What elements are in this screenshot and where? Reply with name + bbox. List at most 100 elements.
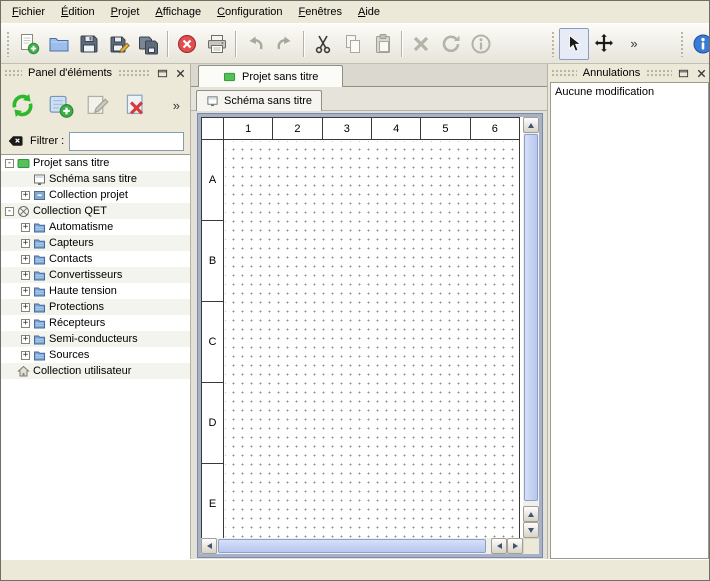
scroll-left-button-2[interactable]	[491, 538, 507, 554]
horizontal-scrollbar[interactable]	[201, 538, 523, 554]
expander-plus-icon[interactable]: +	[21, 303, 30, 312]
tree-item-automatisme[interactable]: +Automatisme	[1, 219, 190, 235]
clear-filter-button[interactable]	[7, 133, 25, 149]
tab-project-sans-titre[interactable]: Projet sans titre	[198, 65, 343, 87]
expander-plus-icon[interactable]: +	[21, 287, 30, 296]
help-button[interactable]	[688, 28, 710, 60]
menu-affichage[interactable]: Affichage	[147, 1, 209, 23]
expander-minus-icon[interactable]: -	[5, 159, 14, 168]
dock-grip[interactable]	[646, 69, 672, 78]
delete-button[interactable]	[406, 28, 436, 60]
reload-collections-button[interactable]	[8, 91, 37, 120]
expander-plus-icon[interactable]: +	[21, 319, 30, 328]
tree-item-collection-qet[interactable]: -Collection QET	[1, 203, 190, 219]
row-header-c: C	[202, 302, 223, 383]
filter-label: Filtrer :	[30, 135, 64, 147]
cut-button[interactable]	[308, 28, 338, 60]
tree-item-contacts[interactable]: +Contacts	[1, 251, 190, 267]
scroll-up-button-2[interactable]	[523, 506, 539, 522]
print-button[interactable]	[202, 28, 232, 60]
tree-item-projet-sans-titre[interactable]: -Projet sans titre	[1, 155, 190, 171]
toolbar-file-edit	[3, 28, 496, 60]
undo-panel-titlebar[interactable]: Annulations	[548, 64, 710, 82]
expander-plus-icon[interactable]: +	[21, 255, 30, 264]
tree-item-haute-tension[interactable]: +Haute tension	[1, 283, 190, 299]
open-button[interactable]	[44, 28, 74, 60]
information-button[interactable]	[466, 28, 496, 60]
tree-item-label: Récepteurs	[49, 317, 105, 329]
elements-panel-dock: Panel d'éléments » Filtrer : -Projet san…	[1, 64, 191, 559]
edit-element-icon	[84, 91, 113, 120]
save-button[interactable]	[74, 28, 104, 60]
panel-overflow-button[interactable]: »	[173, 99, 183, 112]
tree-item-protections[interactable]: +Protections	[1, 299, 190, 315]
scroll-down-button[interactable]	[523, 522, 539, 538]
menu-edition[interactable]: Édition	[53, 1, 103, 23]
select-mode-button[interactable]	[559, 28, 589, 60]
new-element-button[interactable]	[46, 91, 75, 120]
expander-plus-icon[interactable]: +	[21, 271, 30, 280]
schema-canvas[interactable]	[225, 141, 518, 538]
tree-item-semi-conducteurs[interactable]: +Semi-conducteurs	[1, 331, 190, 347]
undo-list[interactable]: Aucune modification	[550, 82, 709, 559]
schema-icon	[33, 173, 46, 186]
schema-tab-bar: Schéma sans titre	[191, 87, 547, 111]
undo-button[interactable]	[240, 28, 270, 60]
tree-item-capteurs[interactable]: +Capteurs	[1, 235, 190, 251]
new-file-button[interactable]	[14, 28, 44, 60]
expander-plus-icon[interactable]: +	[21, 335, 30, 344]
save-as-button[interactable]	[104, 28, 134, 60]
expander-plus-icon[interactable]: +	[21, 239, 30, 248]
tree-item-sources[interactable]: +Sources	[1, 347, 190, 363]
status-bar	[1, 559, 709, 580]
horizontal-scroll-thumb[interactable]	[218, 539, 486, 553]
tree-item-schema-sans-titre[interactable]: Schéma sans titre	[1, 171, 190, 187]
dock-grip[interactable]	[118, 69, 151, 78]
toolbar-extension-button[interactable]: »	[619, 28, 649, 60]
dock-grip[interactable]	[4, 69, 22, 78]
float-button[interactable]	[155, 66, 169, 80]
menu-fichier[interactable]: Fichier	[4, 1, 53, 23]
close-panel-button[interactable]	[694, 66, 708, 80]
expander-plus-icon[interactable]: +	[21, 191, 30, 200]
float-button[interactable]	[676, 66, 690, 80]
resize-corner[interactable]	[523, 538, 539, 554]
toolbar-handle[interactable]	[680, 31, 685, 57]
information-icon	[469, 32, 493, 56]
toolbar-handle[interactable]	[6, 31, 11, 57]
edit-element-button[interactable]	[84, 91, 113, 120]
toolbar-handle[interactable]	[551, 31, 556, 57]
scroll-right-button[interactable]	[507, 538, 523, 554]
tab-schema-sans-titre[interactable]: Schéma sans titre	[196, 90, 322, 111]
expander-minus-icon[interactable]: -	[5, 207, 14, 216]
menu-fenetres[interactable]: Fenêtres	[291, 1, 350, 23]
redo-button[interactable]	[270, 28, 300, 60]
tree-item-recepteurs[interactable]: + Récepteurs	[1, 315, 190, 331]
delete-element-button[interactable]	[122, 91, 151, 120]
vertical-scrollbar[interactable]	[523, 117, 539, 538]
schema-sheet[interactable]: 123456 ABCDE	[201, 117, 523, 538]
paste-button[interactable]	[368, 28, 398, 60]
scroll-left-button[interactable]	[201, 538, 217, 554]
tree-item-collection-utilisateur[interactable]: Collection utilisateur	[1, 363, 190, 379]
pan-mode-button[interactable]	[589, 28, 619, 60]
menu-aide[interactable]: Aide	[350, 1, 388, 23]
expander-plus-icon[interactable]: +	[21, 351, 30, 360]
menu-configuration[interactable]: Configuration	[209, 1, 290, 23]
row-header-e: E	[202, 464, 223, 538]
rotate-button[interactable]	[436, 28, 466, 60]
close-panel-button[interactable]	[173, 66, 187, 80]
close-schema-button[interactable]	[172, 28, 202, 60]
tree-item-collection-projet[interactable]: +Collection projet	[1, 187, 190, 203]
save-all-button[interactable]	[134, 28, 164, 60]
elements-panel-titlebar[interactable]: Panel d'éléments	[1, 64, 190, 82]
scroll-up-button[interactable]	[523, 117, 539, 133]
dock-grip[interactable]	[551, 69, 577, 78]
expander-plus-icon[interactable]: +	[21, 223, 30, 232]
drawer-icon	[33, 189, 46, 202]
tree-item-convertisseurs[interactable]: +Convertisseurs	[1, 267, 190, 283]
copy-button[interactable]	[338, 28, 368, 60]
vertical-scroll-thumb[interactable]	[524, 134, 538, 501]
filter-input[interactable]	[69, 132, 184, 151]
menu-projet[interactable]: Projet	[103, 1, 148, 23]
